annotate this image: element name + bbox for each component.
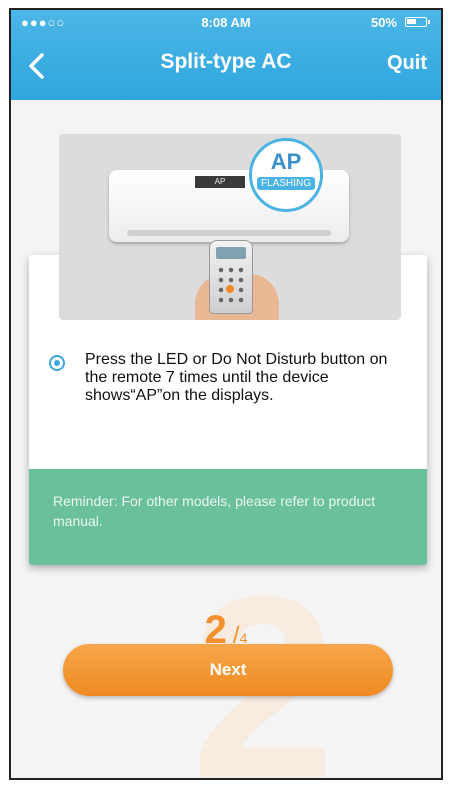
page-title: Split-type AC [160,50,292,73]
ac-illustration: AP AP FLASHING [59,134,401,320]
next-button[interactable]: Next [63,644,393,696]
battery-icon [405,17,430,27]
ap-flashing-bubble: AP FLASHING [249,138,323,212]
quit-button[interactable]: Quit [387,52,427,75]
ap-label: AP [270,149,302,174]
instruction-text: Press the LED or Do Not Disturb button o… [85,351,388,404]
ac-display: AP [195,176,245,188]
flashing-label: FLASHING [256,177,315,190]
header: ●●●○○ 8:08 AM 50% Split-type AC Quit [11,10,441,100]
reminder-text: Reminder: For other models, please refer… [53,493,376,529]
status-bar: ●●●○○ 8:08 AM 50% [11,10,441,34]
radio-selected-icon[interactable] [49,355,65,371]
battery-percent: 50% [370,15,397,30]
remote-control-icon [209,240,253,314]
phone-screen: ●●●○○ 8:08 AM 50% Split-type AC Quit Pre… [9,8,443,780]
